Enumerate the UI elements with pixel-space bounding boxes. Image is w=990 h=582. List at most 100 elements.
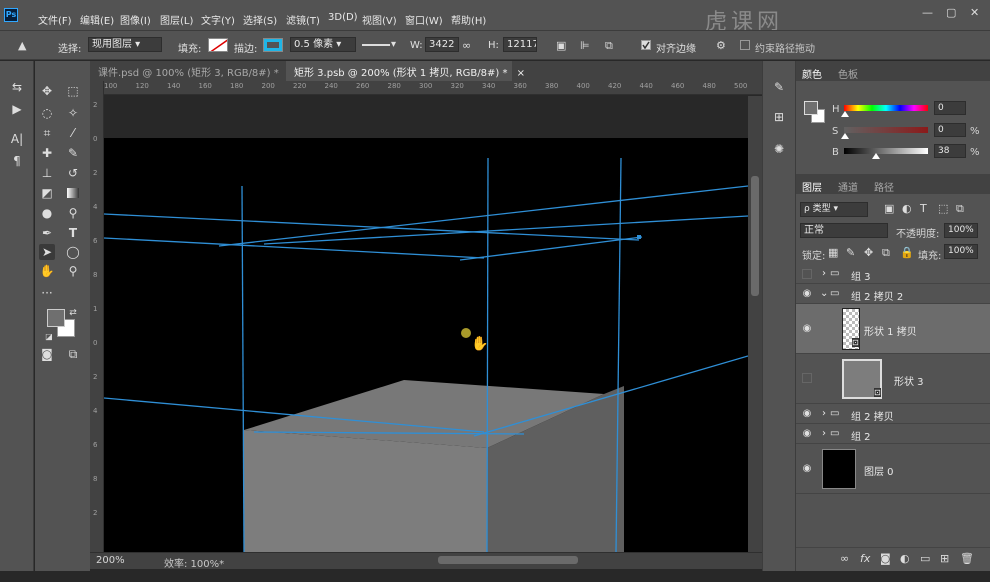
paragraph-icon[interactable]: ¶ [9, 153, 25, 169]
more-tools-icon[interactable]: ··· [39, 285, 55, 301]
close-window-button[interactable]: ✕ [970, 6, 979, 19]
menu-3d[interactable]: 3D(D) [328, 12, 358, 23]
gear-icon[interactable]: ⚙ [716, 39, 726, 53]
canvas-artwork[interactable]: ✋ [104, 96, 748, 552]
h-input[interactable]: 0 [934, 101, 966, 115]
canvas-area[interactable]: ✋ [104, 96, 748, 552]
height-input[interactable]: 12117 [503, 37, 537, 52]
crop-tool-icon[interactable]: ⌗ [39, 125, 55, 141]
hand-tool-icon[interactable]: ✋ [39, 263, 55, 279]
eye-icon[interactable]: ◉ [800, 408, 814, 419]
adjustments-icon[interactable]: ✺ [771, 141, 787, 157]
visibility-toggle-off[interactable] [802, 373, 812, 383]
s-input[interactable]: 0 [934, 123, 966, 137]
dodge-tool-icon[interactable]: ⚲ [65, 205, 81, 221]
layer-row-pixel[interactable]: ◉ 图层 0 [796, 444, 990, 494]
b-input[interactable]: 38 [934, 144, 966, 158]
menu-filter[interactable]: 滤镜(T) [286, 12, 320, 27]
width-input[interactable]: 3422 像 [425, 37, 459, 52]
menu-view[interactable]: 视图(V) [362, 12, 397, 27]
tab-swatches[interactable]: 色板 [838, 66, 858, 81]
default-colors-icon[interactable]: ◪ [41, 329, 57, 345]
marquee-tool-icon[interactable]: ⬚ [65, 83, 81, 99]
eye-icon[interactable]: ◉ [800, 428, 814, 439]
lock-pixels-icon[interactable]: ✎ [846, 246, 855, 260]
fill-input[interactable]: 100% [944, 244, 978, 259]
eye-icon[interactable]: ◉ [800, 323, 814, 334]
magic-wand-tool-icon[interactable]: ✧ [65, 105, 81, 121]
minimize-button[interactable]: — [922, 6, 933, 19]
link-dimensions-icon[interactable]: ∞ [462, 39, 471, 53]
path-operations-icon[interactable]: ▣ [556, 39, 566, 53]
tab-color[interactable]: 颜色 [802, 66, 822, 81]
maximize-button[interactable]: ▢ [946, 6, 956, 19]
lasso-tool-icon[interactable]: ◌ [39, 105, 55, 121]
stroke-width-field[interactable]: 0.5 像素 ▾ [290, 37, 356, 52]
lock-position-icon[interactable]: ✥ [864, 246, 873, 260]
layer-row-group[interactable]: ◉ ⌄ ▭ 组 2 拷贝 2 [796, 284, 990, 304]
character-icon[interactable]: A| [9, 131, 25, 147]
align-edges-checkbox[interactable] [641, 40, 651, 50]
layer-row-group[interactable]: ◉ › ▭ 组 2 拷贝 [796, 404, 990, 424]
collapse-chevron-icon[interactable]: ⌄ [820, 288, 828, 299]
gradient-tool-icon[interactable] [67, 188, 79, 198]
path-selection-tool-icon-active[interactable]: ➤ [39, 244, 55, 260]
foreground-color-swatch-top[interactable] [47, 309, 65, 327]
tab-rectangle[interactable]: 矩形 3.psb @ 200% (形状 1 拷贝, RGB/8#) * × [286, 61, 525, 81]
type-tool-icon[interactable]: T [65, 225, 81, 241]
panel-foreground-swatch-top[interactable] [804, 101, 818, 115]
menu-type[interactable]: 文字(Y) [201, 12, 235, 27]
stroke-style-icon[interactable] [362, 44, 390, 46]
filter-adjustment-icon[interactable]: ◐ [902, 202, 912, 216]
move-tool-icon[interactable]: ✥ [39, 83, 55, 99]
horizontal-scroll-thumb[interactable] [438, 556, 578, 564]
opacity-input[interactable]: 100% [944, 223, 978, 238]
filter-pixel-icon[interactable]: ▣ [884, 202, 894, 216]
tab-paths[interactable]: 路径 [874, 179, 894, 194]
path-selection-tool-icon[interactable]: ▲ [18, 39, 26, 53]
layer-row-shape-selected[interactable]: ◉ ⊡ 形状 1 拷贝 [796, 304, 990, 354]
menu-help[interactable]: 帮助(H) [451, 12, 486, 27]
tab-courseware[interactable]: 课件.psd @ 100% (矩形 3, RGB/8#) * × [90, 61, 296, 81]
quick-mask-icon[interactable]: ◙ [39, 346, 55, 362]
menu-window[interactable]: 窗口(W) [405, 12, 443, 27]
eye-icon[interactable]: ◉ [800, 463, 814, 474]
blur-tool-icon[interactable]: ● [39, 205, 55, 221]
expand-chevron-icon[interactable]: › [822, 428, 826, 439]
properties-icon[interactable]: ⊞ [771, 109, 787, 125]
blend-mode-dropdown[interactable]: 正常 [800, 223, 888, 238]
zoom-level[interactable]: 200% [96, 555, 125, 566]
ellipse-tool-icon[interactable]: ◯ [65, 244, 81, 260]
filter-shape-icon[interactable]: ⬚ [938, 202, 948, 216]
menu-select[interactable]: 选择(S) [243, 12, 277, 27]
menu-layer[interactable]: 图层(L) [160, 12, 193, 27]
brush-tool-icon[interactable]: ✎ [65, 145, 81, 161]
constrain-path-checkbox[interactable] [740, 40, 750, 50]
swap-colors-icon[interactable]: ⇄ [65, 305, 81, 321]
trash-icon[interactable]: 🗑 [960, 552, 974, 566]
visibility-toggle-off[interactable] [802, 269, 812, 279]
fx-icon[interactable]: fx [860, 552, 870, 566]
filter-type-icon[interactable]: T [920, 202, 927, 216]
select-dropdown[interactable]: 现用图层 ▾ [88, 37, 162, 52]
eye-icon[interactable]: ◉ [800, 288, 814, 299]
path-alignment-icon[interactable]: ⊫ [580, 39, 590, 53]
scroll-thumb[interactable] [751, 176, 759, 296]
history-icon[interactable]: ⇆ [9, 79, 25, 95]
folder-icon[interactable]: ▭ [920, 552, 930, 566]
eyedropper-tool-icon[interactable]: ⁄ [65, 125, 81, 141]
expand-chevron-icon[interactable]: › [822, 408, 826, 419]
path-arrangement-icon[interactable]: ⧉ [605, 39, 613, 53]
efficiency-readout[interactable]: 效率: 100%* [164, 555, 224, 570]
layer-row-shape[interactable]: ⊡ 形状 3 [796, 354, 990, 404]
adjustment-icon[interactable]: ◐ [900, 552, 910, 566]
layer-filter-dropdown[interactable]: ρ 类型 ▾ [800, 202, 868, 217]
new-layer-icon[interactable]: ⊞ [940, 552, 949, 566]
layer-row-group[interactable]: › ▭ 组 3 [796, 264, 990, 284]
link-icon[interactable]: ∞ [840, 552, 849, 566]
stroke-style-chevron-icon[interactable]: ▾ [391, 39, 396, 50]
eraser-tool-icon[interactable]: ◩ [39, 185, 55, 201]
history-brush-tool-icon[interactable]: ↺ [65, 165, 81, 181]
mask-icon[interactable]: ◙ [880, 552, 891, 566]
clone-stamp-tool-icon[interactable]: ⊥ [39, 165, 55, 181]
